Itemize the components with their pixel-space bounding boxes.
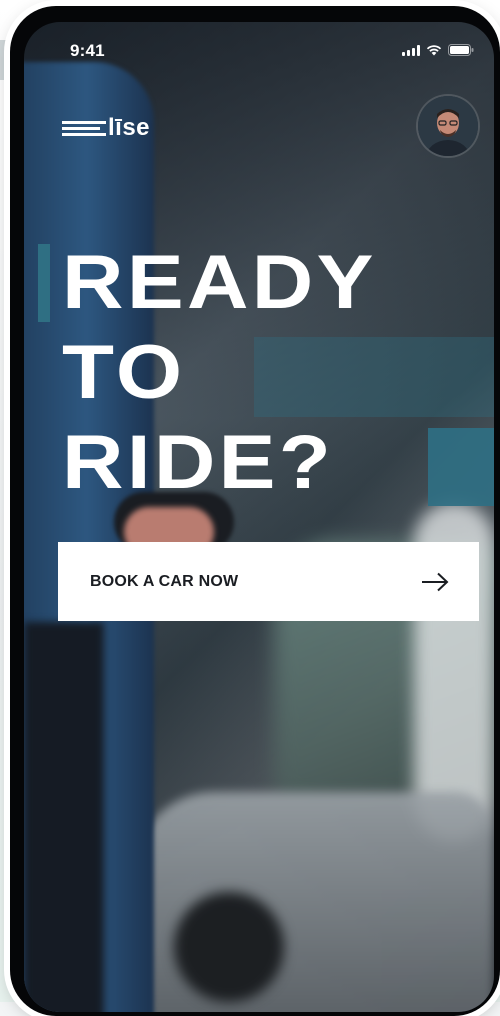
background-trousers xyxy=(24,622,104,1012)
brand-logo[interactable]: līse xyxy=(62,116,150,140)
status-icons xyxy=(402,44,474,56)
wifi-icon xyxy=(426,44,442,56)
headline-line-3: RIDE? xyxy=(62,418,377,508)
book-car-button-label: BOOK A CAR NOW xyxy=(90,573,238,591)
logo-speed-lines-icon xyxy=(62,121,106,136)
accent-bar-left xyxy=(38,244,50,322)
hero-headline: READY TO RIDE? xyxy=(62,238,377,508)
phone-frame: 9:41 līse xyxy=(10,6,500,1016)
headline-line-2: TO xyxy=(62,328,377,418)
cellular-signal-icon xyxy=(402,45,420,56)
status-bar: 9:41 xyxy=(24,22,494,66)
battery-icon xyxy=(448,44,474,56)
user-avatar[interactable] xyxy=(418,96,478,156)
logo-text: līse xyxy=(108,116,150,140)
status-time: 9:41 xyxy=(70,41,105,61)
headline-line-1: READY xyxy=(62,238,377,328)
avatar-portrait-icon xyxy=(418,96,478,156)
accent-block-right xyxy=(428,428,494,506)
book-car-button[interactable]: BOOK A CAR NOW xyxy=(58,542,479,621)
arrow-right-icon xyxy=(421,572,449,592)
app-screen: 9:41 līse xyxy=(24,22,494,1012)
background-car-wheel xyxy=(174,892,284,1002)
